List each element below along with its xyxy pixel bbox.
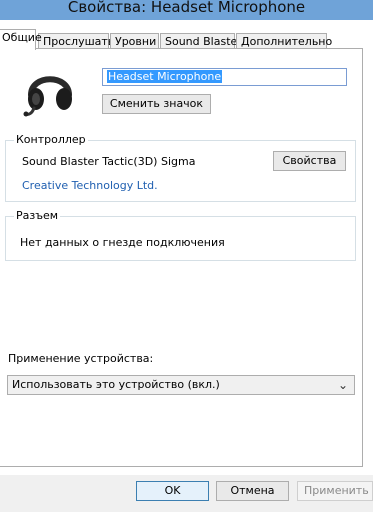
jack-info: Нет данных о гнезде подключения bbox=[20, 236, 225, 249]
cancel-button[interactable]: Отмена bbox=[216, 481, 289, 501]
controller-properties-button[interactable]: Свойства bbox=[273, 151, 346, 171]
controller-group: Контроллер bbox=[5, 133, 356, 202]
chevron-down-icon: ⌄ bbox=[337, 378, 348, 392]
title-bar: Свойства: Headset Microphone bbox=[0, 0, 373, 20]
jack-group-label: Разъем bbox=[14, 209, 61, 222]
device-usage-value: Использовать это устройство (вкл.) bbox=[12, 378, 220, 391]
device-name-field[interactable]: Headset Microphone bbox=[102, 68, 347, 86]
ok-button[interactable]: OK bbox=[136, 481, 209, 501]
device-usage-label: Применение устройства: bbox=[8, 352, 154, 365]
device-name-value: Headset Microphone bbox=[107, 70, 223, 83]
tab-listen[interactable]: Прослушать bbox=[38, 33, 114, 49]
change-icon-button[interactable]: Сменить значок bbox=[102, 94, 211, 114]
device-usage-select[interactable]: Использовать это устройство (вкл.) ⌄ bbox=[7, 375, 355, 395]
tab-general[interactable]: Общие bbox=[0, 29, 42, 50]
tab-strip: Общие Прослушать Уровни Sound Blaster До… bbox=[0, 29, 373, 50]
apply-button[interactable]: Применить bbox=[297, 481, 373, 501]
controller-group-label: Контроллер bbox=[14, 133, 88, 146]
controller-name: Sound Blaster Tactic(3D) Sigma bbox=[22, 155, 196, 168]
tab-sound-blaster[interactable]: Sound Blaster bbox=[160, 33, 242, 49]
tab-levels[interactable]: Уровни bbox=[110, 33, 159, 49]
controller-vendor-link[interactable]: Creative Technology Ltd. bbox=[22, 179, 158, 192]
tab-advanced[interactable]: Дополнительно bbox=[236, 33, 332, 49]
window-title: Свойства: Headset Microphone bbox=[67, 0, 306, 16]
headset-icon bbox=[22, 64, 78, 120]
